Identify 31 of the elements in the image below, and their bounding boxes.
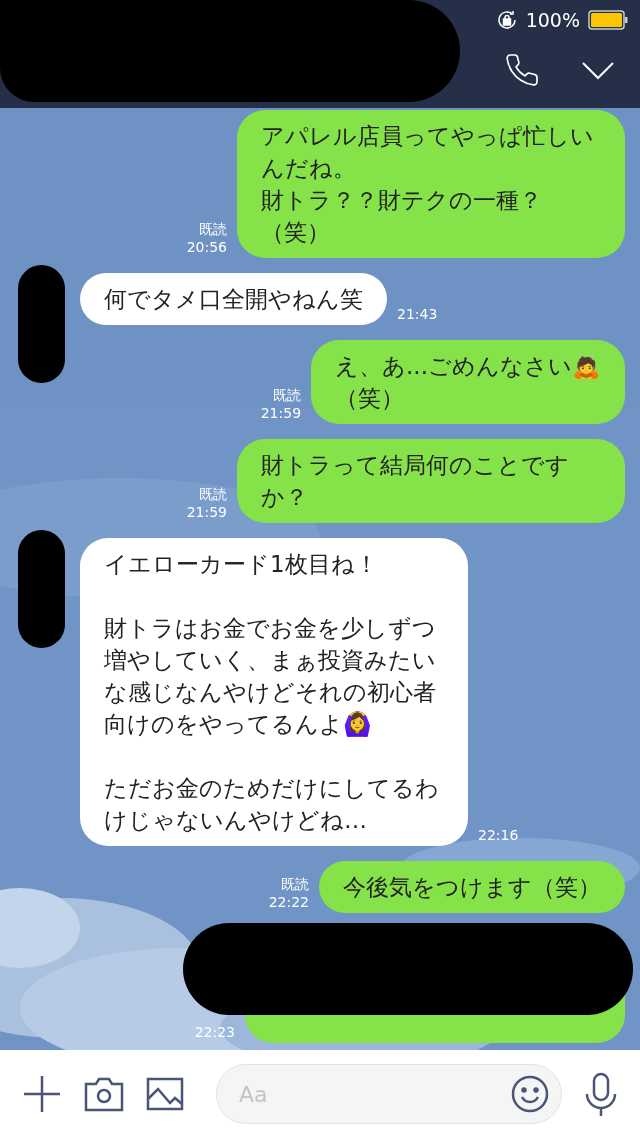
message-time: 22:16 bbox=[478, 826, 519, 844]
battery-icon bbox=[588, 10, 628, 31]
message-text: 何でタメ口全開やねん笑 bbox=[104, 285, 363, 314]
message-text: 財トラって結局何のことですか？ bbox=[261, 451, 570, 512]
call-button[interactable] bbox=[504, 52, 540, 88]
message-text: え、あ...ごめんなさい🙇 bbox=[335, 352, 601, 381]
message-time: 21:59 bbox=[260, 404, 302, 422]
message-time: 21:59 bbox=[186, 503, 227, 521]
battery-percentage: 100% bbox=[525, 8, 580, 33]
message-time: 22:22 bbox=[268, 893, 309, 911]
plus-icon[interactable] bbox=[22, 1074, 62, 1114]
message-text: （笑） bbox=[261, 218, 331, 247]
read-receipt: 既読 bbox=[281, 875, 309, 893]
message-text: イエローカード1枚目ね！ bbox=[104, 550, 379, 579]
message-time: 20:56 bbox=[186, 238, 227, 256]
camera-icon[interactable] bbox=[84, 1076, 124, 1112]
message-text: （笑） bbox=[335, 384, 406, 413]
microphone-icon[interactable] bbox=[584, 1072, 618, 1116]
message-text: 財トラ？？財テクの一種？ bbox=[261, 186, 543, 215]
image-icon[interactable] bbox=[146, 1077, 184, 1111]
rotation-lock-icon bbox=[495, 9, 518, 32]
message-text: アパレル店員ってやっぱ忙しいんだね。 bbox=[261, 122, 595, 183]
read-receipt: 既読 bbox=[199, 220, 227, 238]
message-time: 21:43 bbox=[397, 305, 438, 323]
smiley-icon[interactable] bbox=[510, 1074, 550, 1114]
read-receipt: 既読 bbox=[273, 386, 302, 404]
message-time: 22:23 bbox=[194, 1023, 235, 1041]
message-text: ただお金のためだけにしてるわけじゃないんやけどね… bbox=[104, 774, 440, 835]
message-text: 財トラはお金でお金を少しずつ増やしていく、まぁ投資みたいな感じなんやけどそれの初心者向けのをやってるんよ🙆‍♀ bbox=[104, 614, 437, 739]
read-receipt: 既読 bbox=[199, 485, 227, 503]
message-text: 今後気をつけます（笑） bbox=[343, 873, 601, 902]
